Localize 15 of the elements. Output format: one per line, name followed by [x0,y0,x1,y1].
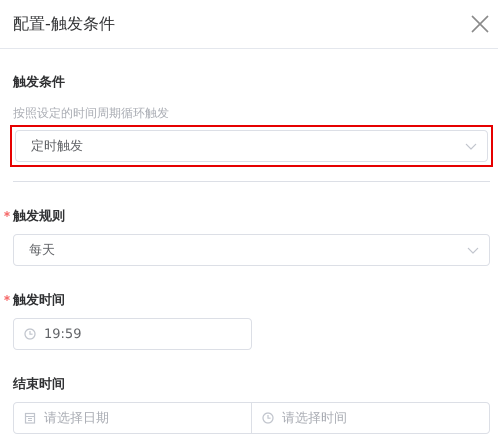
field-label: 结束时间 [13,376,65,394]
time-value: 19:59 [44,326,82,342]
close-button[interactable] [470,14,490,34]
select-value: 定时触发 [31,138,83,155]
select-field[interactable]: 每天 [13,234,490,266]
clock-icon [24,328,36,340]
select-field[interactable]: 定时触发 [15,130,488,162]
field-label: 触发时间 [13,292,65,310]
dialog-title: 配置-触发条件 [13,14,115,34]
select-value: 每天 [29,242,55,259]
field-label: 触发条件 [13,74,66,92]
field-label: 触发规则 [13,208,65,226]
time-field[interactable]: 19:59 [13,318,252,350]
hint-text: 按照设定的时间周期循环触发 [13,105,170,121]
close-icon [471,15,489,33]
